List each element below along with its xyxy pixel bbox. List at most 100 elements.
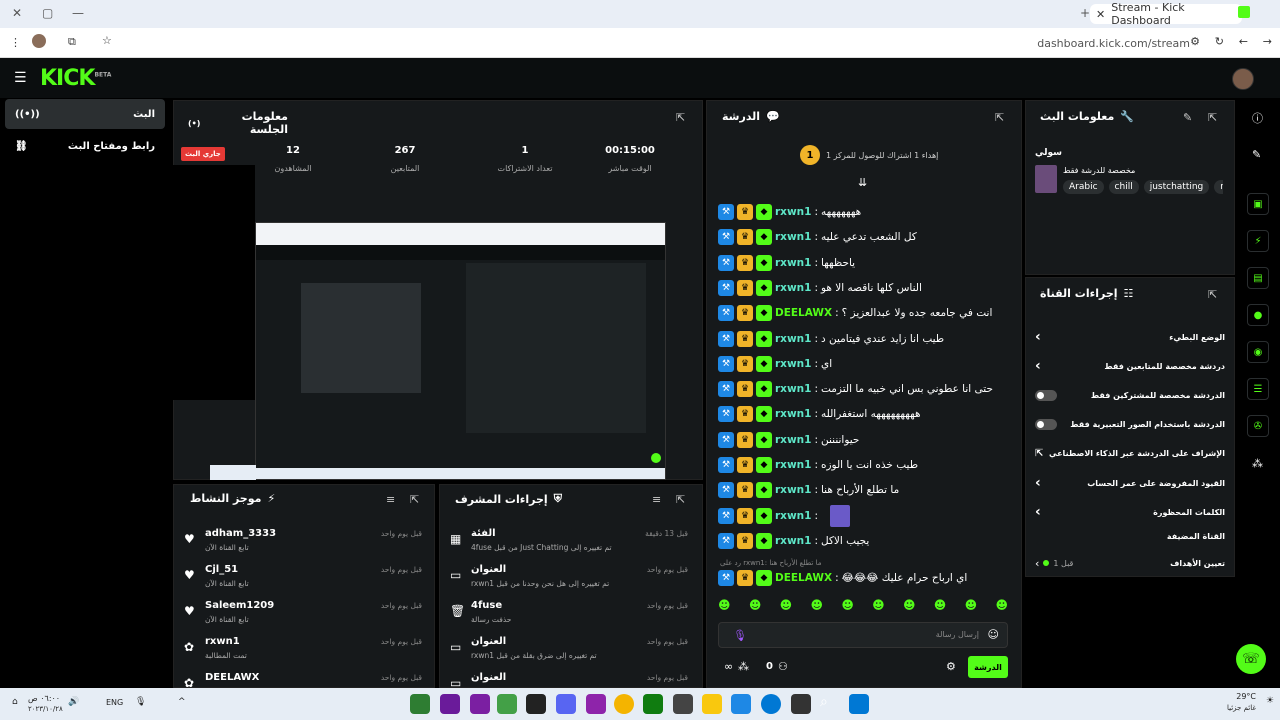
chat-username[interactable]: rxwn1 bbox=[775, 535, 811, 547]
reload-icon[interactable]: ↻ bbox=[1215, 35, 1224, 48]
channel-action-row[interactable]: الدردشة باستخدام الصور التعبيرية فقط bbox=[1035, 414, 1225, 434]
discord-icon[interactable] bbox=[556, 694, 576, 714]
chat-message[interactable]: ⚒ ♛ ◆ rxwn1: كل الشعب تدعي عليه bbox=[718, 225, 1018, 249]
kick-logo[interactable]: KICKBETA bbox=[40, 66, 111, 91]
send-button[interactable]: الدرشة bbox=[968, 656, 1008, 678]
chat-username[interactable]: rxwn1 bbox=[775, 510, 811, 522]
popout-icon[interactable]: ⇱ bbox=[1208, 111, 1217, 124]
chat-message[interactable]: ⚒ ♛ ◆ rxwn1: طيب انا زايد عندي فيتامين د bbox=[718, 327, 1018, 351]
wrench-icon[interactable]: ✇ bbox=[1247, 415, 1269, 437]
chat-message[interactable]: ⚒ ♛ ◆ rxwn1: طيب خذه انت يا الوزه bbox=[718, 453, 1018, 477]
list-icon[interactable]: ☰ bbox=[1247, 378, 1269, 400]
pencil-icon[interactable]: ✎ bbox=[1252, 148, 1261, 161]
popout-icon[interactable]: ⇱ bbox=[995, 111, 1004, 124]
hamburger-icon[interactable]: ☰ bbox=[14, 70, 27, 86]
popout-icon[interactable]: ⇱ bbox=[676, 493, 685, 506]
frame-icon[interactable]: ▣ bbox=[1247, 193, 1269, 215]
activity-row[interactable]: ✿ rxwn1 تمت المطالبة قبل يوم واحد bbox=[180, 634, 430, 670]
url-field[interactable]: dashboard.kick.com/stream bbox=[1037, 37, 1190, 50]
app-icon[interactable] bbox=[791, 694, 811, 714]
info-icon[interactable]: ⓘ bbox=[1252, 110, 1263, 126]
app-icon[interactable] bbox=[440, 694, 460, 714]
new-tab-icon[interactable]: + bbox=[1080, 6, 1090, 20]
filter-icon[interactable]: ≡ bbox=[386, 493, 395, 506]
activity-user[interactable]: Cjl_51 bbox=[205, 564, 238, 575]
chat-username[interactable]: rxwn1 bbox=[775, 408, 811, 420]
chat-icon[interactable]: ● bbox=[1247, 304, 1269, 326]
profile-icon[interactable] bbox=[32, 34, 46, 48]
chat-username[interactable]: rxwn1 bbox=[775, 459, 811, 471]
language[interactable]: ENG bbox=[106, 698, 123, 707]
chat-message[interactable]: ⚒ ♛ ◆ rxwn1: ياحظهها bbox=[718, 251, 1018, 275]
app-icon[interactable] bbox=[470, 694, 490, 714]
chat-message[interactable]: ⚒ ♛ ◆ rxwn1: هههههههههه استغفرالله bbox=[718, 402, 1018, 426]
minimize-icon[interactable]: — bbox=[72, 6, 84, 20]
maximize-icon[interactable]: ▢ bbox=[42, 6, 53, 20]
chat-username[interactable]: rxwn1 bbox=[775, 333, 811, 345]
folder-icon[interactable] bbox=[702, 694, 722, 714]
calculator-icon[interactable] bbox=[673, 694, 693, 714]
chat-input[interactable]: 🎙 إرسال رسالة ☺ bbox=[718, 622, 1008, 648]
edit-icon[interactable]: ✎ bbox=[1183, 111, 1192, 124]
chat-message[interactable]: ⚒ ♛ ◆ rxwn1: يجيب الاكل bbox=[718, 529, 1018, 553]
activity-user[interactable]: Saleem1209 bbox=[205, 600, 274, 611]
app-icon[interactable] bbox=[731, 694, 751, 714]
chat-username[interactable]: rxwn1 bbox=[775, 383, 811, 395]
volume-icon[interactable]: 🔊 bbox=[68, 697, 79, 707]
popout-icon[interactable]: ⇱ bbox=[1208, 288, 1217, 301]
emote-bar[interactable]: ☻ ☻ ☻ ☻ ☻ ☻ ☻ ☻ ☻ ☻ bbox=[718, 598, 1008, 618]
chat-username[interactable]: DEELAWX bbox=[775, 307, 832, 319]
edge-icon[interactable] bbox=[761, 694, 781, 714]
channel-action-row[interactable]: الوضع البطيء › bbox=[1035, 327, 1225, 347]
toggle-switch[interactable] bbox=[1035, 418, 1057, 430]
mod-action-row[interactable]: ▦ الفئة تم تغييره إلى Just Chatting من قبل… bbox=[446, 526, 696, 562]
users-icon[interactable]: ⚇ bbox=[778, 660, 788, 673]
chat-username[interactable]: rxwn1 bbox=[775, 282, 811, 294]
apps-icon[interactable]: ⁂ bbox=[1252, 457, 1263, 470]
activity-user[interactable]: adham_3333 bbox=[205, 528, 276, 539]
back-icon[interactable]: ← bbox=[1239, 35, 1248, 48]
mic-icon[interactable]: 🎙 bbox=[135, 697, 146, 707]
activity-row[interactable]: ♥ Cjl_51 تابع القناة الآن قبل يوم واحد bbox=[180, 562, 430, 598]
browser-tab[interactable]: ✕ Stream - Kick Dashboard bbox=[1090, 1, 1242, 27]
activity-user[interactable]: rxwn1 bbox=[205, 636, 240, 647]
avatar[interactable] bbox=[1232, 68, 1254, 90]
chat-username[interactable]: rxwn1 bbox=[775, 206, 811, 218]
close-window-icon[interactable]: ✕ bbox=[12, 6, 22, 20]
chat-username[interactable]: rxwn1 bbox=[775, 257, 811, 269]
menu-icon[interactable]: ⋮ bbox=[10, 36, 21, 49]
nav-item-stream-key[interactable]: رابط ومفتاح البث ⛓ bbox=[5, 131, 165, 161]
chevron-down-icon[interactable]: ⇊ bbox=[858, 176, 867, 189]
mod-action-row[interactable]: ▭ العنوان تم تغييره إلى ضرق بقلة من قبل rx… bbox=[446, 634, 696, 670]
app-icon[interactable] bbox=[586, 694, 606, 714]
stream-preview[interactable] bbox=[255, 222, 666, 480]
chat-username[interactable]: rxwn1 bbox=[775, 484, 811, 496]
mod-action-row[interactable]: 🗑 4fuse حذفت رسالة قبل يوم واحد bbox=[446, 598, 696, 634]
bubbles-icon[interactable]: ⁂ bbox=[738, 660, 749, 673]
gear-icon[interactable]: ⚙ bbox=[946, 660, 956, 673]
network-icon[interactable]: ⌂ bbox=[12, 697, 18, 707]
channel-action-row[interactable]: الإشراف على الدردشة عبر الذكاء الاصطناعي… bbox=[1035, 443, 1225, 463]
mod-action-row[interactable]: ▭ العنوان تم تغييره إلى هل نحن وحدنا من قب… bbox=[446, 562, 696, 598]
extensions-icon[interactable]: ⧉ bbox=[68, 35, 76, 49]
activity-row[interactable]: ♥ adham_3333 تابع القناة الآن قبل يوم واحد bbox=[180, 526, 430, 562]
channel-action-row[interactable]: دردشة مخصصة للمتابعين فقط › bbox=[1035, 356, 1225, 376]
app-icon[interactable] bbox=[410, 694, 430, 714]
chat-message[interactable]: ⚒ ♛ ◆ rxwn1: حيواننننن bbox=[718, 428, 1018, 452]
chat-message[interactable]: ⚒ ♛ ◆ rxwn1: هههههههه bbox=[718, 200, 1018, 224]
forward-icon[interactable]: → bbox=[1263, 35, 1272, 48]
chat-message[interactable]: ⚒ ♛ ◆ DEELAWX: انت في جامعه جده ولا عبدالعزي… bbox=[718, 301, 1018, 325]
chat-username[interactable]: rxwn1 bbox=[775, 231, 811, 243]
chrome-icon[interactable] bbox=[614, 694, 634, 714]
windows-start-icon[interactable] bbox=[849, 694, 869, 714]
close-tab-icon[interactable]: ✕ bbox=[1096, 8, 1105, 21]
toggle-switch[interactable] bbox=[1035, 389, 1057, 401]
help-icon[interactable]: ☏ bbox=[1236, 644, 1266, 674]
filter-icon[interactable]: ≡ bbox=[652, 493, 661, 506]
chat-message[interactable]: ⚒ ♛ ◆ rxwn1: bbox=[718, 504, 1018, 528]
tray-chevron-icon[interactable]: ^ bbox=[178, 697, 186, 707]
popout-icon[interactable]: ⇱ bbox=[410, 493, 419, 506]
bookmark-star-icon[interactable]: ☆ bbox=[102, 34, 112, 47]
activity-user[interactable]: DEELAWX bbox=[205, 672, 259, 683]
infinity-icon[interactable]: ∞ bbox=[724, 660, 733, 673]
